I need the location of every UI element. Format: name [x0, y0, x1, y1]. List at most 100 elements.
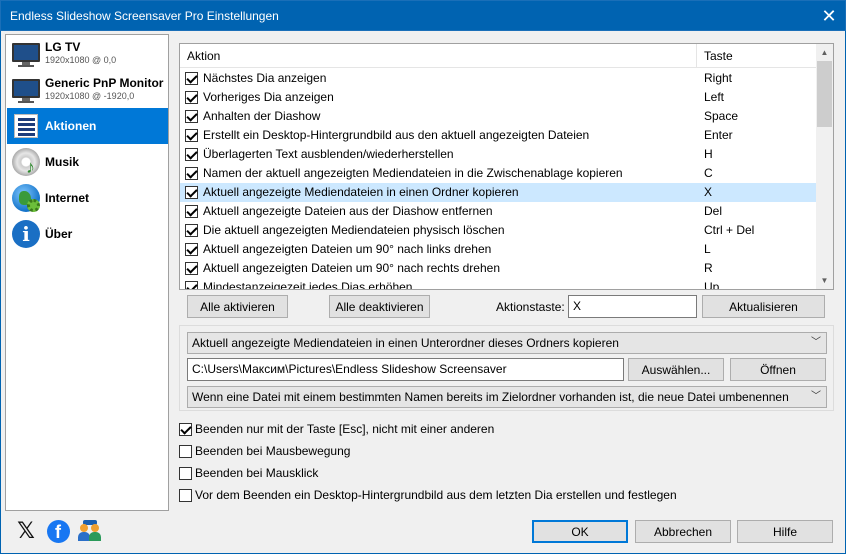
table-row[interactable]: Aktuell angezeigte Dateien aus der Diash…: [180, 202, 816, 221]
title-bar: Endless Slideshow Screensaver Pro Einste…: [0, 0, 846, 31]
row-checkbox[interactable]: [185, 72, 198, 85]
option-checkbox[interactable]: [179, 422, 192, 436]
row-checkbox[interactable]: [185, 91, 198, 104]
action-details-group: Aktuell angezeigte Mediendateien in eine…: [179, 325, 834, 411]
option-label: Beenden bei Mausbewegung: [195, 444, 351, 458]
monitor-icon: [10, 38, 42, 70]
row-action: Überlagerten Text ausblenden/wiederherst…: [203, 147, 454, 161]
sidebar-item-label: Aktionen: [45, 118, 97, 133]
sidebar-item-label: LG TV: [45, 40, 81, 54]
table-row[interactable]: Erstellt ein Desktop-Hintergrundbild aus…: [180, 126, 816, 145]
option-label: Vor dem Beenden ein Desktop-Hintergrundb…: [195, 488, 677, 502]
row-checkbox[interactable]: [185, 110, 198, 123]
sidebar-item-generic-pnp-monitor[interactable]: Generic PnP Monitor 1920x1080 @ -1920,0: [7, 72, 168, 108]
row-checkbox[interactable]: [185, 129, 198, 142]
row-action: Die aktuell angezeigten Mediendateien ph…: [203, 223, 505, 237]
table-row[interactable]: Aktuell angezeigten Dateien um 90° nach …: [180, 259, 816, 278]
row-key: R: [704, 261, 713, 275]
scroll-up-icon[interactable]: ▲: [816, 44, 833, 61]
conflict-mode-select[interactable]: Wenn eine Datei mit einem bestimmten Nam…: [187, 386, 827, 408]
folder-path-input[interactable]: C:\Users\Максим\Pictures\Endless Slidesh…: [187, 358, 624, 381]
column-header-key[interactable]: Taste: [697, 44, 816, 68]
row-checkbox[interactable]: [185, 243, 198, 256]
table-scrollbar[interactable]: ▲ ▼: [816, 44, 833, 289]
row-key: H: [704, 147, 713, 161]
row-checkbox[interactable]: [185, 205, 198, 218]
row-action: Vorheriges Dia anzeigen: [203, 90, 334, 104]
browse-button[interactable]: Auswählen...: [628, 358, 724, 381]
enable-all-button[interactable]: Alle aktivieren: [187, 295, 288, 318]
row-action: Aktuell angezeigte Mediendateien in eine…: [203, 185, 519, 199]
sidebar: LG TV 1920x1080 @ 0,0 Generic PnP Monito…: [5, 34, 169, 511]
sidebar-item-label: Über: [45, 226, 73, 241]
row-key: Right: [704, 71, 733, 85]
window-title: Endless Slideshow Screensaver Pro Einste…: [10, 8, 279, 23]
table-header: Aktion Taste: [180, 44, 816, 68]
option-checkbox[interactable]: [179, 488, 192, 502]
help-button[interactable]: Hilfe: [737, 520, 833, 543]
table-row-selected[interactable]: Aktuell angezeigte Mediendateien in eine…: [180, 183, 816, 202]
option-exit-mouse-click[interactable]: Beenden bei Mausklick: [179, 466, 318, 480]
sidebar-item-musik[interactable]: ♪ Musik: [7, 144, 168, 180]
option-checkbox[interactable]: [179, 466, 192, 480]
row-action: Nächstes Dia anzeigen: [203, 71, 327, 85]
copy-mode-value: Aktuell angezeigte Mediendateien in eine…: [192, 336, 619, 350]
row-key: X: [704, 185, 713, 199]
table-row[interactable]: Vorheriges Dia anzeigen Left: [180, 88, 816, 107]
sidebar-item-label: Internet: [45, 190, 90, 205]
actions-table: Aktion Taste Nächstes Dia anzeigen Right…: [179, 43, 834, 290]
table-row[interactable]: Aktuell angezeigten Dateien um 90° nach …: [180, 240, 816, 259]
action-key-input[interactable]: X: [568, 295, 697, 318]
row-key: L: [704, 242, 711, 256]
scroll-down-icon[interactable]: ▼: [816, 272, 833, 289]
row-checkbox[interactable]: [185, 167, 198, 180]
row-key: Del: [704, 204, 723, 218]
sidebar-item-sub: 1920x1080 @ 0,0: [45, 55, 117, 65]
disable-all-button[interactable]: Alle deaktivieren: [329, 295, 430, 318]
table-row[interactable]: Namen der aktuell angezeigten Mediendate…: [180, 164, 816, 183]
row-key: Ctrl + Del: [704, 223, 755, 237]
sidebar-item-internet[interactable]: Internet: [7, 180, 168, 216]
community-icon[interactable]: [78, 519, 102, 543]
sidebar-item-lg-tv[interactable]: LG TV 1920x1080 @ 0,0: [7, 36, 168, 72]
action-key-label: Aktionstaste:: [496, 300, 565, 314]
table-row[interactable]: Mindestanzeigezeit jedes Dias erhöhen Up: [180, 278, 816, 290]
row-action: Aktuell angezeigten Dateien um 90° nach …: [203, 242, 492, 256]
update-button[interactable]: Aktualisieren: [702, 295, 825, 318]
close-icon[interactable]: ✕: [813, 1, 845, 32]
chevron-down-icon: ﹀: [811, 391, 821, 402]
open-button[interactable]: Öffnen: [730, 358, 826, 381]
row-checkbox[interactable]: [185, 281, 198, 289]
monitor-icon: [10, 74, 42, 106]
option-set-wallpaper-on-exit[interactable]: Vor dem Beenden ein Desktop-Hintergrundb…: [179, 488, 677, 502]
row-action: Mindestanzeigezeit jedes Dias erhöhen: [203, 280, 413, 290]
x-twitter-icon[interactable]: 𝕏: [14, 519, 38, 544]
option-checkbox[interactable]: [179, 444, 192, 458]
cancel-button[interactable]: Abbrechen: [635, 520, 731, 543]
row-key: Left: [704, 90, 725, 104]
option-exit-esc-only[interactable]: Beenden nur mit der Taste [Esc], nicht m…: [179, 422, 494, 436]
copy-mode-select[interactable]: Aktuell angezeigte Mediendateien in eine…: [187, 332, 827, 354]
row-checkbox[interactable]: [185, 148, 198, 161]
option-exit-mouse-move[interactable]: Beenden bei Mausbewegung: [179, 444, 350, 458]
table-row[interactable]: Anhalten der Diashow Space: [180, 107, 816, 126]
sidebar-item-aktionen[interactable]: Aktionen: [7, 108, 168, 144]
sidebar-item-ueber[interactable]: i Über: [7, 216, 168, 252]
sidebar-item-label: Generic PnP Monitor: [45, 76, 164, 90]
row-checkbox[interactable]: [185, 186, 198, 199]
facebook-icon[interactable]: f: [46, 519, 70, 543]
option-label: Beenden nur mit der Taste [Esc], nicht m…: [195, 422, 495, 436]
table-row[interactable]: Nächstes Dia anzeigen Right: [180, 69, 816, 88]
row-checkbox[interactable]: [185, 224, 198, 237]
scroll-thumb[interactable]: [817, 61, 832, 127]
row-key: Enter: [704, 128, 733, 142]
sidebar-item-sub: 1920x1080 @ -1920,0: [45, 91, 135, 101]
table-row[interactable]: Überlagerten Text ausblenden/wiederherst…: [180, 145, 816, 164]
column-header-action[interactable]: Aktion: [180, 44, 697, 68]
table-row[interactable]: Die aktuell angezeigten Mediendateien ph…: [180, 221, 816, 240]
row-action: Aktuell angezeigten Dateien um 90° nach …: [203, 261, 500, 275]
row-checkbox[interactable]: [185, 262, 198, 275]
sidebar-item-label: Musik: [45, 154, 80, 169]
ok-button[interactable]: OK: [532, 520, 628, 543]
conflict-mode-value: Wenn eine Datei mit einem bestimmten Nam…: [192, 390, 789, 404]
